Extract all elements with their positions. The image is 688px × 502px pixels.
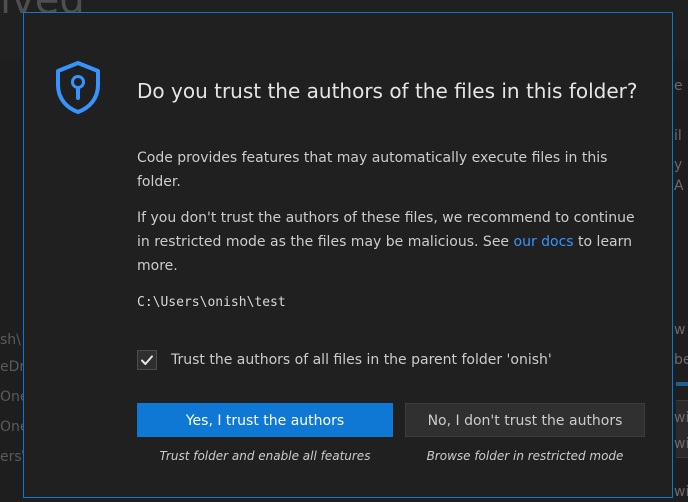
background-right-fragment: w: [674, 322, 686, 338]
background-right-fragment: wi: [674, 410, 688, 426]
distrust-authors-button[interactable]: No, I don't trust the authors: [405, 403, 645, 437]
folder-path: C:\Users\onish\test: [137, 295, 286, 310]
parent-folder-trust-checkbox[interactable]: [137, 350, 157, 370]
background-right-fragment: il: [674, 128, 682, 144]
background-right-fragment: be: [674, 352, 688, 368]
background-right-fragment: wi: [674, 484, 688, 500]
workspace-trust-dialog: Do you trust the authors of the files in…: [23, 12, 673, 498]
dialog-title: Do you trust the authors of the files in…: [137, 79, 638, 103]
background-right-fragment: e: [674, 78, 683, 94]
trust-button-caption: Trust folder and enable all features: [159, 449, 371, 463]
shield-lock-icon: [53, 60, 103, 114]
distrust-button-caption: Browse folder in restricted mode: [426, 449, 624, 463]
dialog-warning-text: If you don't trust the authors of these …: [137, 206, 637, 278]
parent-folder-trust-row[interactable]: Trust the authors of all files in the pa…: [137, 350, 657, 374]
background-right-fragment: A: [674, 178, 684, 194]
checkmark-icon: [141, 355, 153, 365]
background-progress-bar: [676, 382, 688, 386]
parent-folder-trust-label[interactable]: Trust the authors of all files in the pa…: [171, 350, 552, 370]
background-right-fragment: wi: [674, 436, 688, 452]
dialog-description: Code provides features that may automati…: [137, 150, 608, 190]
trust-authors-button[interactable]: Yes, I trust the authors: [137, 403, 393, 437]
background-right-fragment: y: [674, 157, 683, 173]
docs-link[interactable]: our docs: [514, 234, 574, 250]
